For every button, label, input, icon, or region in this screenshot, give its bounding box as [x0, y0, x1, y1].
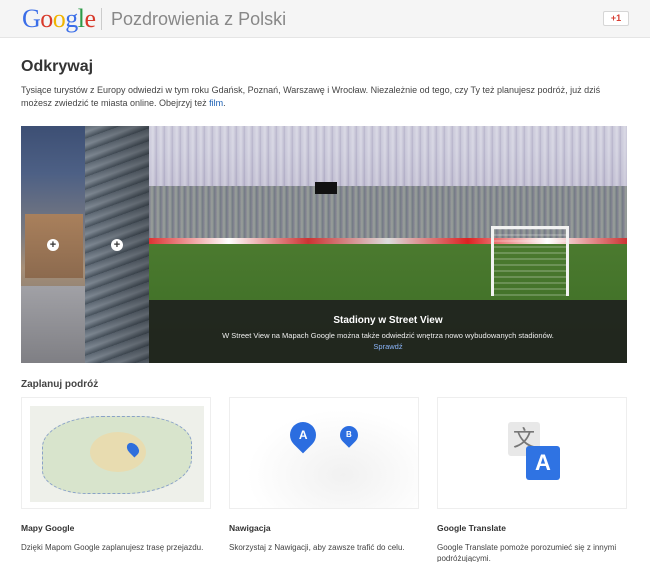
logo-letter: l: [77, 4, 85, 33]
caption-text: W Street View na Mapach Google można tak…: [208, 330, 568, 352]
header-divider: [101, 8, 102, 30]
card-desc-navigation: Skorzystaj z Nawigacji, aby zawsze trafi…: [229, 543, 405, 552]
check-link[interactable]: Sprawdź: [373, 342, 402, 351]
navigation-background: [230, 398, 418, 508]
translate-latin-icon: A: [526, 446, 560, 480]
gallery-caption: Stadiony w Street View W Street View na …: [149, 300, 627, 363]
map-thumbnail: [30, 406, 204, 502]
stadium-panorama[interactable]: Stadiony w Street View W Street View na …: [149, 126, 627, 363]
card-label-translate[interactable]: Google Translate: [437, 523, 506, 533]
pin-a-label: A: [298, 428, 308, 443]
caption-title: Stadiony w Street View: [333, 315, 443, 326]
old-town-thumbnail[interactable]: +: [21, 126, 85, 363]
discover-intro: Tysiące turystów z Europy odwiedzi w tym…: [21, 84, 631, 110]
google-maps-card[interactable]: [21, 397, 211, 509]
google-plus-one-button[interactable]: +1: [603, 11, 629, 26]
site-title: Pozdrowienia z Polski: [111, 9, 287, 29]
stadium-roof-thumbnail[interactable]: +: [85, 126, 149, 363]
upper-stands: [149, 126, 627, 186]
old-town-square: [21, 286, 85, 363]
street-view-gallery: + + Stadiony w Street View W Street View…: [21, 126, 627, 363]
scoreboard: [315, 182, 337, 194]
card-desc-translate: Google Translate pomoże porozumieć się z…: [437, 543, 617, 562]
google-translate-card[interactable]: 文 A: [437, 397, 627, 509]
header: Google Pozdrowienia z Polski +1: [0, 0, 650, 38]
caption-body: W Street View na Mapach Google można tak…: [222, 331, 554, 340]
pin-b-label: B: [346, 430, 352, 439]
card-label-navigation[interactable]: Nawigacja: [229, 523, 271, 533]
google-logo[interactable]: Google: [22, 5, 96, 33]
logo-letter: o: [40, 4, 53, 33]
discover-title: Odkrywaj: [21, 58, 94, 75]
expand-plus-icon[interactable]: +: [111, 239, 123, 251]
logo-letter: G: [22, 4, 41, 33]
intro-end: .: [223, 98, 226, 108]
card-desc-maps: Dzięki Mapom Google zaplanujesz trasę pr…: [21, 543, 204, 552]
logo-letter: e: [84, 4, 97, 33]
film-link[interactable]: film: [209, 98, 223, 108]
logo-letter: o: [52, 4, 66, 33]
card-label-maps[interactable]: Mapy Google: [21, 523, 74, 533]
expand-plus-icon[interactable]: +: [47, 239, 59, 251]
intro-text: Tysiące turystów z Europy odwiedzi w tym…: [21, 85, 601, 108]
goal-post: [491, 226, 569, 296]
navigation-card[interactable]: A B: [229, 397, 419, 509]
logo-letter: g: [65, 4, 78, 33]
plan-trip-title: Zaplanuj podróż: [21, 379, 99, 390]
